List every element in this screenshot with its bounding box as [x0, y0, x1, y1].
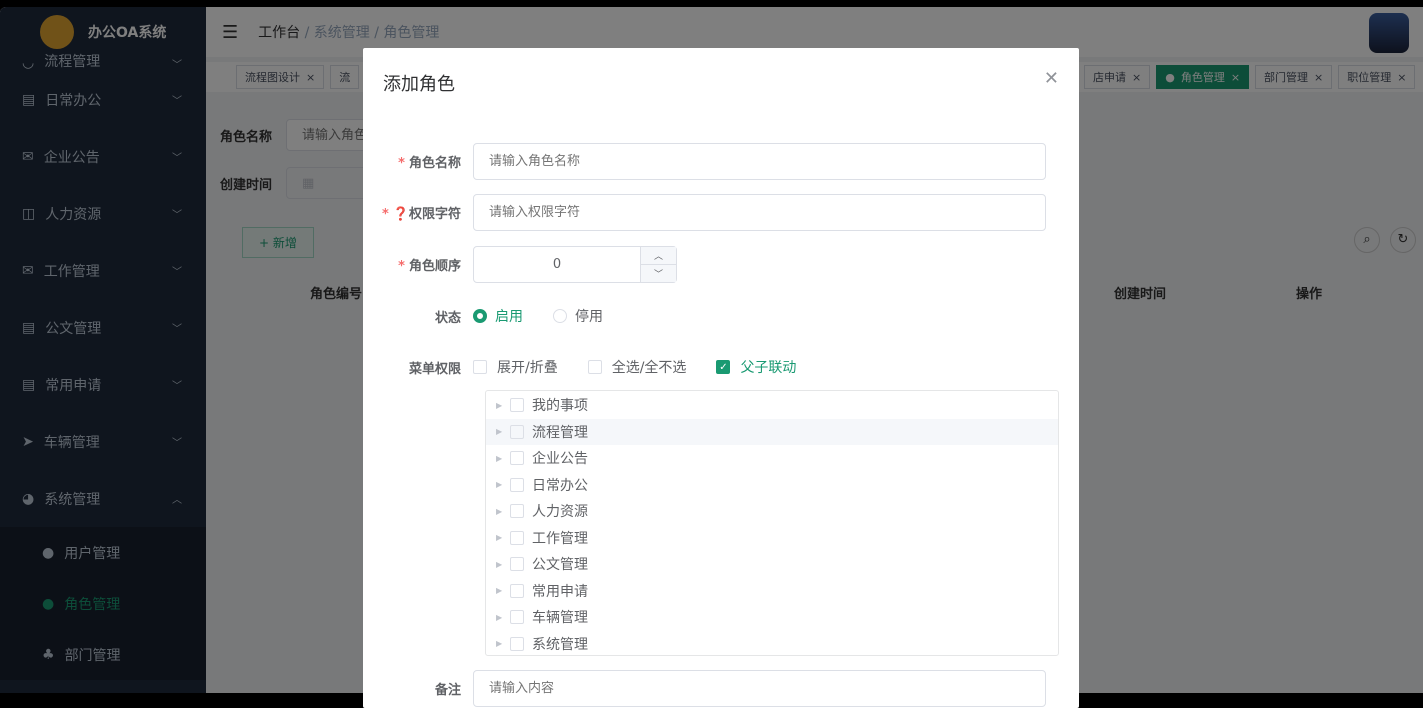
status-label: 状态 [434, 310, 461, 326]
role-name-input[interactable] [473, 143, 1046, 180]
add-role-dialog: 添加角色 ✕ *角色名称 *❓权限字符 *角色顺序 0 ︿﹀ 状态 启用 停用 菜单… [363, 48, 1079, 708]
close-icon[interactable]: ✕ [1044, 68, 1059, 89]
role-order-value: 0 [552, 257, 562, 272]
expand-collapse-checkbox[interactable]: 展开/折叠 [473, 357, 558, 377]
caret-right-icon: ▶ [496, 612, 503, 622]
role-order-label: * 角色顺序 [398, 259, 461, 274]
remark-label: 备注 [434, 683, 461, 698]
tree-node[interactable]: ▶ 企业公告 [486, 445, 1058, 472]
status-radio-disabled[interactable]: 停用 [553, 306, 603, 326]
caret-right-icon: ▶ [496, 453, 503, 463]
menu-permission-label: 菜单权限 [408, 361, 461, 377]
tree-node[interactable]: ▶ 日常办公 [486, 472, 1058, 499]
permission-input[interactable] [473, 194, 1046, 231]
menu-tree: ▶ 我的事项 ▶ 流程管理 ▶ 企业公告 ▶ 日常办公 ▶ 人力资源 ▶ 工作管理 ▶ 公文管… [485, 390, 1059, 656]
parent-child-link-checkbox[interactable]: ✓ 父子联动 [716, 357, 796, 377]
tree-node[interactable]: ▶ 系统管理 [486, 631, 1058, 658]
decrement-button[interactable]: ﹀ [641, 265, 676, 282]
increment-button[interactable]: ︿ [641, 247, 676, 265]
tree-node[interactable]: ▶ 车辆管理 [486, 604, 1058, 631]
caret-right-icon: ▶ [496, 639, 503, 649]
select-all-checkbox[interactable]: 全选/全不选 [587, 357, 686, 377]
tree-node[interactable]: ▶ 人力资源 [486, 498, 1058, 525]
tree-node[interactable]: ▶ 工作管理 [486, 525, 1058, 552]
role-name-label: * 角色名称 [398, 156, 461, 171]
role-order-stepper[interactable]: 0 ︿ ﹀ [473, 246, 677, 283]
caret-right-icon: ▶ [496, 400, 503, 410]
caret-right-icon: ▶ [496, 533, 503, 543]
tree-node[interactable]: ▶ 流程管理 [486, 418, 1058, 445]
permission-label: * ❓权限字符 [381, 207, 461, 222]
caret-right-icon: ▶ [496, 559, 503, 569]
dialog-title: 添加角色 [383, 74, 455, 95]
caret-right-icon: ▶ [496, 427, 503, 437]
status-radio-enabled[interactable]: 启用 [473, 306, 523, 326]
remark-input[interactable] [473, 670, 1046, 707]
tree-node[interactable]: ▶ 公文管理 [486, 551, 1058, 578]
caret-right-icon: ▶ [496, 506, 503, 516]
tree-node[interactable]: ▶ 常用申请 [486, 578, 1058, 605]
question-icon[interactable]: ❓ [393, 207, 409, 222]
tree-node[interactable]: ▶ 我的事项 [486, 392, 1058, 419]
caret-right-icon: ▶ [496, 480, 503, 490]
caret-right-icon: ▶ [496, 586, 503, 596]
